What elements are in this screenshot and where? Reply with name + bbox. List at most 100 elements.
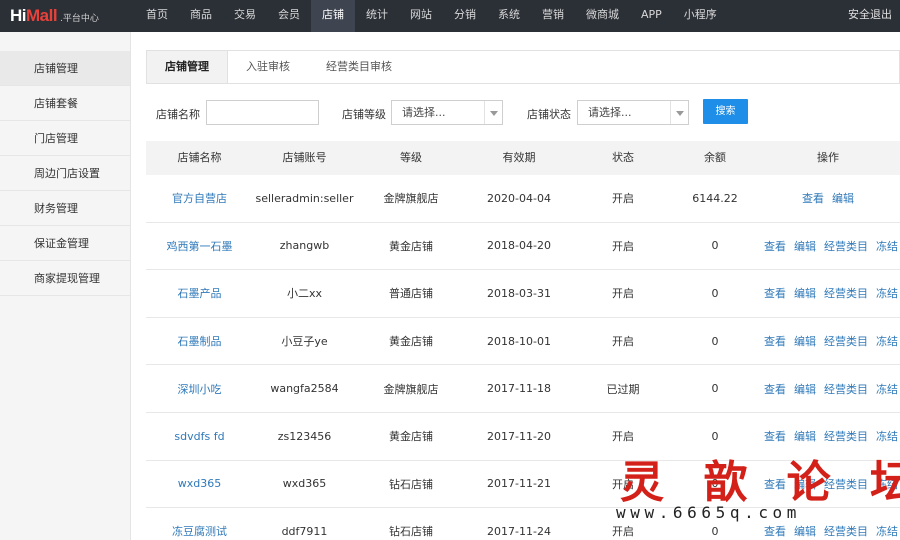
action-category-link[interactable]: 经营类目 [824,285,868,301]
store-status-value: 请选择... [588,106,632,119]
tab[interactable]: 店铺管理 [147,51,228,83]
table-row: 鸡西第一石墨 zhangwb 黄金店铺 2018-04-20 开启 0 查看 编辑 经营类目 冻结 [146,223,900,271]
cell-level: 黄金店铺 [389,430,433,444]
sidebar-item[interactable]: 店铺套餐 [0,86,130,121]
watermark: 灵 歆 论 坛 www.6665q.com [598,446,900,540]
top-nav-bar: HiMall .平台中心 首页 商品 交易 会员 店铺 统计 网站 分销 系统 营销 微商城 APP 小… [0,0,900,32]
nav-item[interactable]: 交易 [223,0,267,32]
cell-actions: 查看 编辑 [756,175,900,222]
action-freeze-link[interactable]: 冻结 [876,285,898,301]
cell-account: selleradmin:seller [255,191,354,205]
cell-name[interactable]: 深圳小吃 [146,365,253,412]
table-row: 深圳小吃 wangfa2584 金牌旗舰店 2017-11-18 已过期 0 查看 编辑 经营类… [146,365,900,413]
nav-item[interactable]: 系统 [487,0,531,32]
search-button[interactable]: 搜索 [703,99,748,124]
action-edit-link[interactable]: 编辑 [794,428,816,444]
nav-item[interactable]: 营销 [531,0,575,32]
action-freeze-link[interactable]: 冻结 [876,428,898,444]
action-freeze-link[interactable]: 冻结 [876,381,898,397]
cell-status: 开启 [612,335,634,349]
cell-name[interactable]: 鸡西第一石墨 [146,223,253,270]
cell-expire: 2017-11-20 [487,429,551,443]
sidebar-item[interactable]: 保证金管理 [0,226,130,261]
cell-actions: 查看 编辑 经营类目 冻结 [756,270,900,317]
store-status-select[interactable]: 请选择... [577,100,689,125]
cell-name[interactable]: 石墨制品 [146,318,253,365]
sidebar-item[interactable]: 商家提现管理 [0,261,130,296]
store-level-label: 店铺等级 [342,108,386,121]
cell-expire: 2017-11-24 [487,524,551,538]
action-edit-link[interactable]: 编辑 [794,381,816,397]
action-view-link[interactable]: 查看 [764,285,786,301]
cell-status: 已过期 [606,382,640,396]
watermark-url: www.6665q.com [616,503,802,522]
nav-item[interactable]: 统计 [355,0,399,32]
cell-name[interactable]: 官方自营店 [146,175,253,222]
cell-expire: 2020-04-04 [487,191,551,205]
store-name-input[interactable] [206,100,319,125]
action-view-link[interactable]: 查看 [764,428,786,444]
cell-name[interactable]: sdvdfs fd [146,413,253,460]
nav-item[interactable]: 会员 [267,0,311,32]
column-header: 店铺名称 [177,151,222,164]
cell-name[interactable]: 冻豆腐测试 [146,508,253,540]
cell-account: wangfa2584 [270,382,339,396]
action-view-link[interactable]: 查看 [764,238,786,254]
sidebar-item[interactable]: 财务管理 [0,191,130,226]
cell-status: 开启 [612,287,634,301]
action-category-link[interactable]: 经营类目 [824,381,868,397]
cell-actions: 查看 编辑 经营类目 冻结 [756,318,900,365]
cell-name[interactable]: wxd365 [146,461,253,508]
nav-item[interactable]: 分销 [443,0,487,32]
cell-balance: 0 [711,239,719,253]
column-header: 店铺账号 [282,151,327,164]
cell-balance: 0 [711,286,719,300]
sidebar-item[interactable]: 店铺管理 [0,51,130,86]
cell-account: 小二xx [286,287,323,301]
cell-balance: 6144.22 [692,191,738,205]
nav-item[interactable]: 首页 [135,0,179,32]
column-header: 余额 [704,151,726,164]
nav-item[interactable]: 商品 [179,0,223,32]
logo[interactable]: HiMall .平台中心 [0,0,135,32]
nav-item[interactable]: 小程序 [673,0,728,32]
action-freeze-link[interactable]: 冻结 [876,238,898,254]
watermark-text: 灵 歆 论 坛 [620,457,900,508]
action-view-link[interactable]: 查看 [802,190,824,206]
cell-account: zhangwb [279,239,330,253]
tab[interactable]: 入驻审核 [228,51,308,83]
nav-item[interactable]: 网站 [399,0,443,32]
action-edit-link[interactable]: 编辑 [832,190,854,206]
column-header: 等级 [400,151,422,164]
cell-status: 开启 [612,239,634,253]
action-category-link[interactable]: 经营类目 [824,238,868,254]
sidebar-item[interactable]: 门店管理 [0,121,130,156]
action-edit-link[interactable]: 编辑 [794,238,816,254]
action-freeze-link[interactable]: 冻结 [876,333,898,349]
cell-level: 黄金店铺 [389,239,433,253]
nav-item[interactable]: 微商城 [575,0,630,32]
cell-expire: 2018-03-31 [487,286,551,300]
chevron-down-icon [484,101,502,124]
tab[interactable]: 经营类目审核 [308,51,410,83]
action-category-link[interactable]: 经营类目 [824,428,868,444]
action-category-link[interactable]: 经营类目 [824,333,868,349]
store-level-value: 请选择... [402,106,446,119]
cell-level: 金牌旗舰店 [383,192,439,206]
action-edit-link[interactable]: 编辑 [794,285,816,301]
nav-item[interactable]: 店铺 [311,0,355,32]
store-level-select[interactable]: 请选择... [391,100,503,125]
logout-link[interactable]: 安全退出 [848,0,892,32]
sidebar: 店铺管理 店铺套餐 门店管理 周边门店设置 财务管理 保证金管理 商家提现管理 [0,32,131,540]
action-edit-link[interactable]: 编辑 [794,333,816,349]
action-view-link[interactable]: 查看 [764,381,786,397]
chevron-down-icon [670,101,688,124]
nav-item[interactable]: APP [630,0,673,32]
store-status-label: 店铺状态 [527,108,571,121]
action-view-link[interactable]: 查看 [764,333,786,349]
sidebar-item[interactable]: 周边门店设置 [0,156,130,191]
cell-name[interactable]: 石墨产品 [146,270,253,317]
cell-expire: 2018-04-20 [487,239,551,253]
cell-level: 黄金店铺 [389,335,433,349]
cell-level: 钻石店铺 [389,525,433,539]
